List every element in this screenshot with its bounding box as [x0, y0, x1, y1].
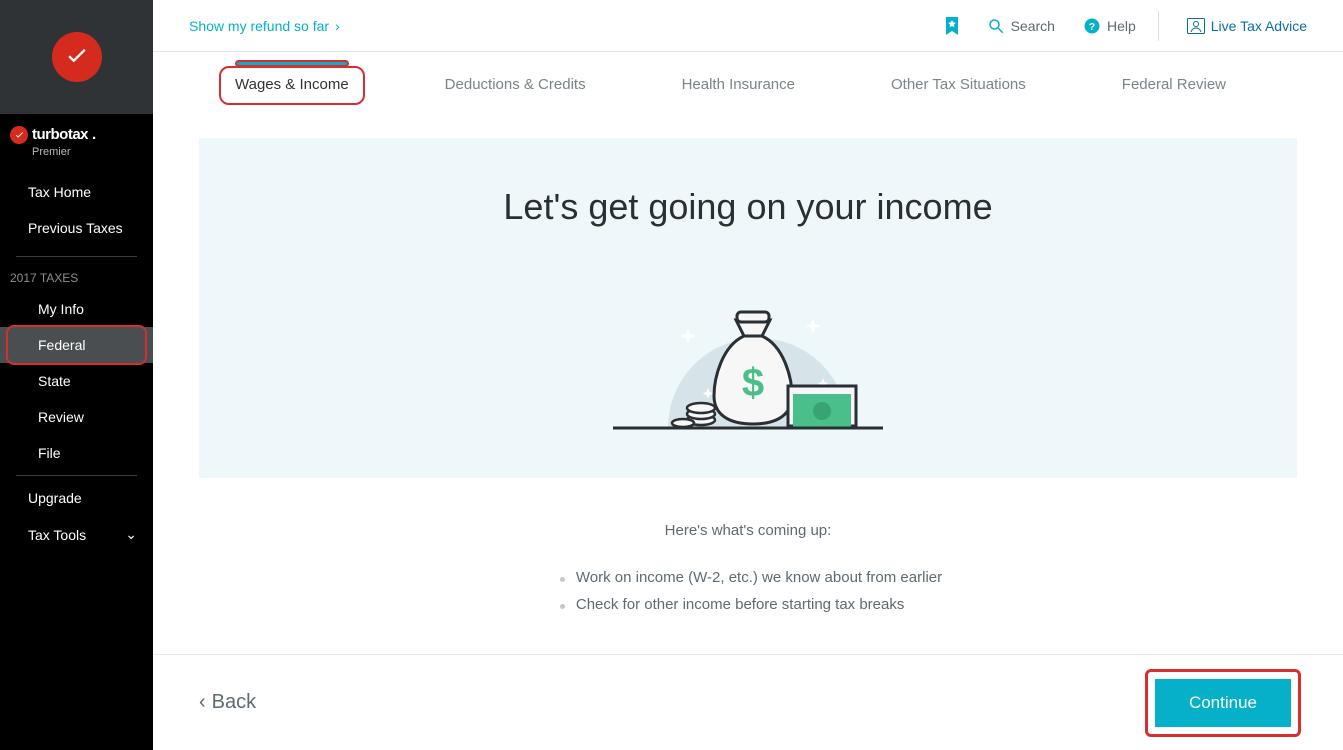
- show-refund-link[interactable]: Show my refund so far ›: [189, 18, 340, 34]
- sidebar: turbotax. Premier Tax Home Previous Taxe…: [0, 0, 153, 750]
- tabs: Wages & Income Deductions & Credits Heal…: [153, 52, 1343, 108]
- brand-edition: Premier: [0, 146, 153, 168]
- chevron-left-icon: ‹: [199, 691, 206, 714]
- back-label: Back: [212, 691, 256, 714]
- sidebar-divider: [16, 475, 137, 476]
- sidebar-logo-area: [0, 0, 153, 114]
- help-label: Help: [1107, 18, 1136, 34]
- topbar: Show my refund so far › Search ? Help Li…: [153, 0, 1343, 52]
- person-badge-icon: [1187, 18, 1205, 34]
- sidebar-tax-tools-label: Tax Tools: [28, 527, 86, 543]
- svg-text:$: $: [742, 361, 764, 405]
- coming-up-heading: Here's what's coming up:: [199, 522, 1297, 539]
- help-button[interactable]: ? Help: [1083, 17, 1136, 35]
- money-illustration: $: [219, 268, 1277, 438]
- search-label: Search: [1011, 18, 1055, 34]
- svg-text:?: ?: [1089, 20, 1095, 32]
- tab-deductions-credits[interactable]: Deductions & Credits: [433, 62, 598, 107]
- page-title: Let's get going on your income: [219, 186, 1277, 228]
- back-button[interactable]: ‹ Back: [199, 691, 256, 714]
- search-button[interactable]: Search: [987, 17, 1055, 35]
- sidebar-file[interactable]: File: [0, 435, 153, 471]
- sidebar-state[interactable]: State: [0, 363, 153, 399]
- main: Show my refund so far › Search ? Help Li…: [153, 0, 1343, 750]
- footer: ‹ Back Continue: [153, 654, 1343, 750]
- bookmark-icon[interactable]: [945, 17, 959, 35]
- sidebar-previous-taxes[interactable]: Previous Taxes: [0, 210, 153, 246]
- coming-up-bullet: Check for other income before starting t…: [554, 596, 942, 613]
- content: Let's get going on your income: [153, 108, 1343, 654]
- sidebar-my-info[interactable]: My Info: [0, 291, 153, 327]
- help-icon: ?: [1083, 17, 1101, 35]
- chevron-down-icon: ⌄: [125, 526, 137, 543]
- tab-other-situations[interactable]: Other Tax Situations: [879, 62, 1038, 107]
- sidebar-section-label: 2017 TAXES: [0, 261, 153, 291]
- sidebar-tax-tools[interactable]: Tax Tools ⌄: [0, 516, 153, 553]
- brand-row: turbotax.: [0, 114, 153, 146]
- coming-up-bullet: Work on income (W-2, etc.) we know about…: [554, 569, 942, 586]
- sidebar-review[interactable]: Review: [0, 399, 153, 435]
- chevron-right-icon: ›: [335, 18, 340, 34]
- live-tax-advice-label: Live Tax Advice: [1211, 18, 1307, 34]
- turbotax-logo-icon: [52, 32, 102, 82]
- hero: Let's get going on your income: [199, 138, 1297, 478]
- live-tax-advice-button[interactable]: Live Tax Advice: [1187, 18, 1307, 34]
- coming-up: Here's what's coming up: Work on income …: [199, 522, 1297, 623]
- tab-wages-income[interactable]: Wages & Income: [223, 62, 361, 107]
- sidebar-tax-home[interactable]: Tax Home: [0, 174, 153, 210]
- tab-health-insurance[interactable]: Health Insurance: [670, 62, 807, 107]
- continue-button[interactable]: Continue: [1155, 679, 1291, 727]
- search-icon: [987, 17, 1005, 35]
- show-refund-label: Show my refund so far: [189, 18, 329, 34]
- topbar-separator: [1158, 11, 1159, 41]
- tab-federal-review[interactable]: Federal Review: [1110, 62, 1238, 107]
- turbotax-mini-logo-icon: [10, 126, 28, 144]
- sidebar-federal[interactable]: Federal: [0, 327, 153, 363]
- brand-name: turbotax: [32, 126, 88, 143]
- sidebar-upgrade[interactable]: Upgrade: [0, 480, 153, 516]
- sidebar-divider: [16, 256, 137, 257]
